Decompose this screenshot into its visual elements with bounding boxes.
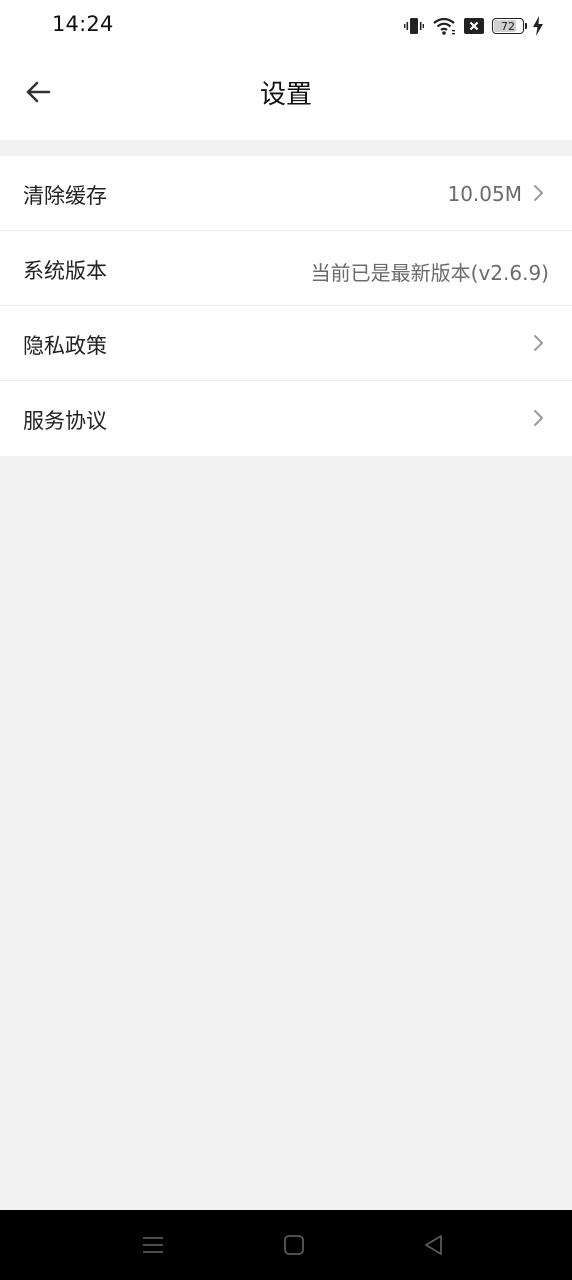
no-sim-icon	[464, 18, 484, 34]
status-icons: 72	[404, 14, 544, 38]
home-icon[interactable]	[282, 1233, 306, 1257]
menu-icon[interactable]	[141, 1233, 165, 1257]
cache-size-value: 10.05M	[447, 182, 522, 206]
settings-row-system-version[interactable]: 系统版本 当前已是最新版本(v2.6.9)	[0, 231, 572, 306]
wifi-icon	[433, 17, 455, 35]
status-time: 14:24	[52, 12, 114, 36]
row-label: 隐私政策	[23, 334, 107, 358]
row-label: 系统版本	[23, 259, 107, 283]
page-title: 设置	[259, 80, 312, 110]
settings-list: 清除缓存 10.05M 系统版本 当前已是最新版本(v2.6.9) 隐私政策 服…	[0, 156, 572, 456]
settings-row-service-agreement[interactable]: 服务协议	[0, 381, 572, 456]
chevron-right-icon	[534, 185, 543, 201]
chevron-right-icon	[534, 335, 543, 351]
header: 设置	[0, 52, 572, 140]
charging-icon	[533, 16, 543, 36]
chevron-right-icon	[534, 410, 543, 426]
settings-row-privacy-policy[interactable]: 隐私政策	[0, 306, 572, 381]
row-label: 服务协议	[23, 409, 107, 433]
version-value: 当前已是最新版本(v2.6.9)	[310, 261, 549, 285]
system-nav-bar	[0, 1210, 572, 1280]
vibrate-icon	[404, 18, 424, 34]
row-label: 清除缓存	[23, 184, 107, 208]
settings-row-clear-cache[interactable]: 清除缓存 10.05M	[0, 156, 572, 231]
battery-icon: 72	[492, 18, 527, 34]
status-bar: 14:24 72	[0, 0, 572, 52]
battery-level: 72	[501, 19, 515, 33]
back-triangle-icon[interactable]	[422, 1233, 446, 1257]
